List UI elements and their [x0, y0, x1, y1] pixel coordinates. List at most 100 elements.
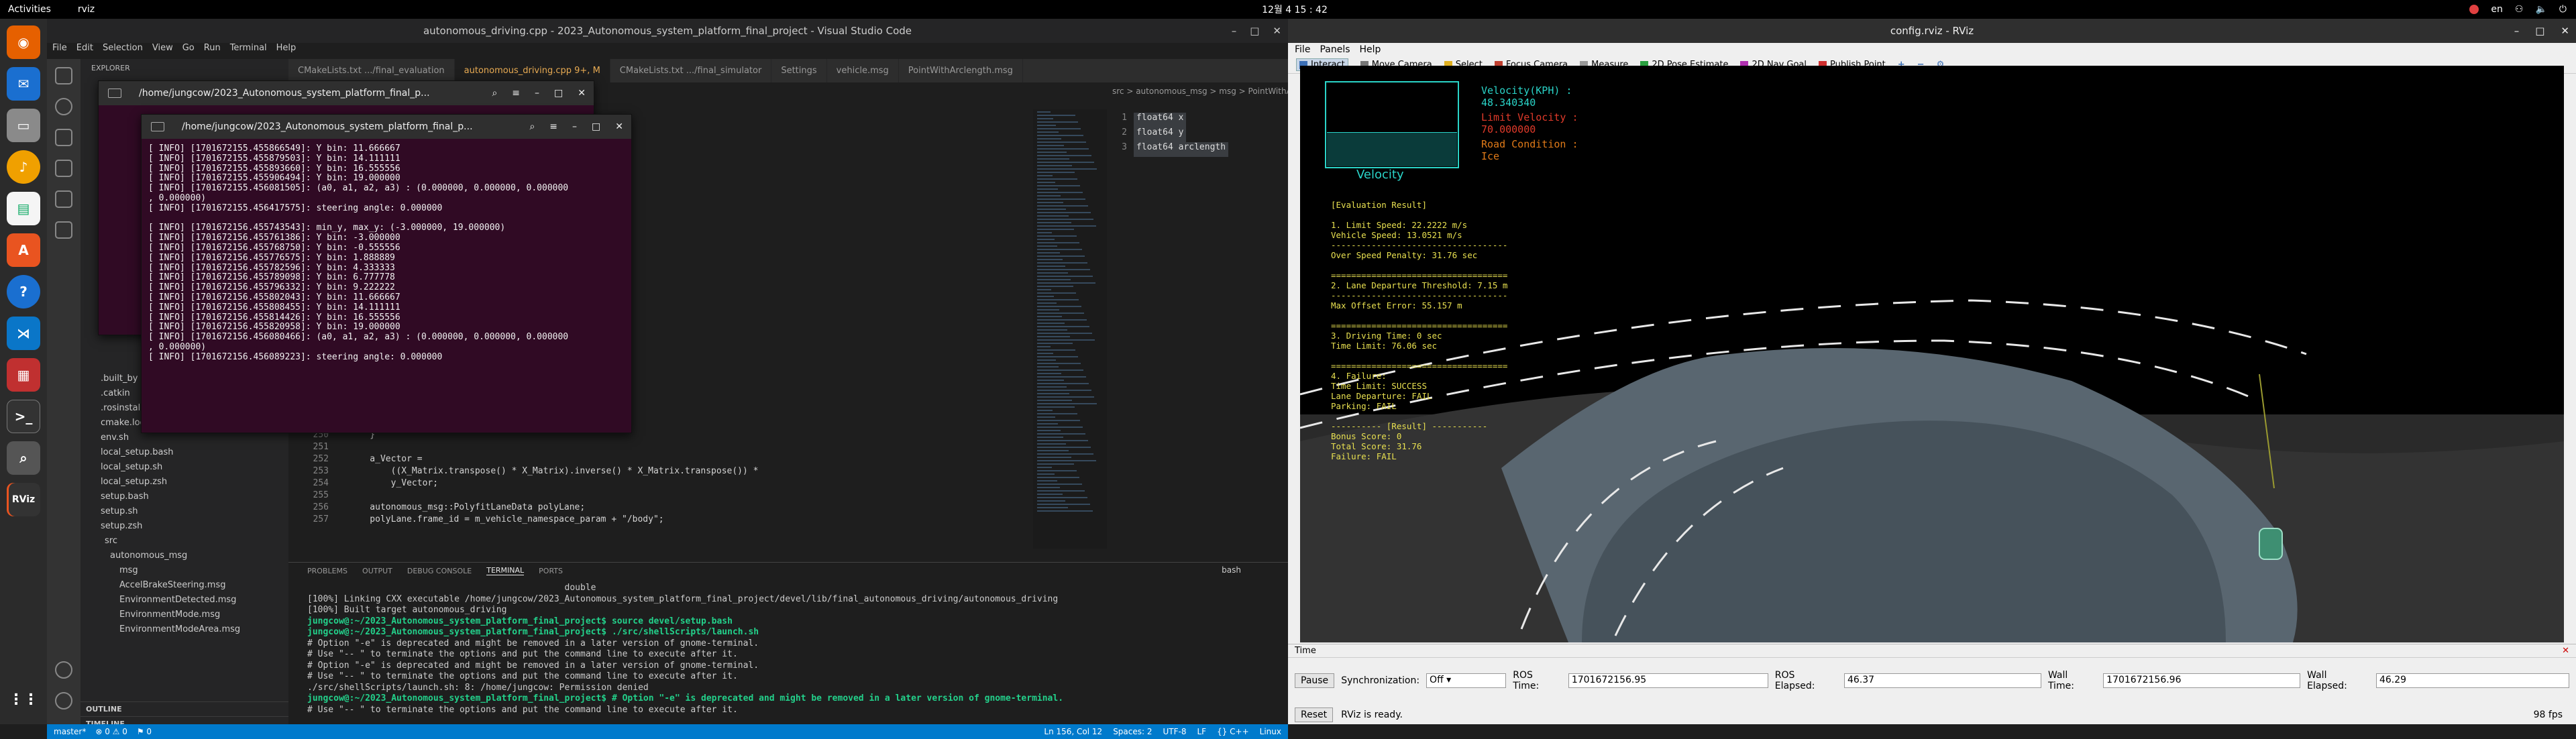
show-apps-icon[interactable]: ⋮⋮: [7, 683, 40, 716]
app-icon[interactable]: ▦: [7, 358, 40, 392]
status-item[interactable]: LF: [1197, 727, 1206, 736]
terminal-icon[interactable]: >_: [7, 400, 40, 433]
help-icon[interactable]: ?: [7, 275, 40, 308]
minimize-icon[interactable]: –: [2514, 25, 2520, 37]
menu-item-terminal[interactable]: Terminal: [230, 43, 267, 56]
outline-section[interactable]: OUTLINE: [80, 701, 288, 716]
menu-item-edit[interactable]: Edit: [76, 43, 93, 56]
panel-tab-terminal[interactable]: TERMINAL: [486, 566, 525, 575]
code-line[interactable]: 2 float64 y: [1107, 127, 1288, 142]
explorer-item[interactable]: local_setup.sh: [80, 460, 288, 475]
menu-item-run[interactable]: Run: [204, 43, 221, 56]
explorer-item[interactable]: EnvironmentModeArea.msg: [80, 622, 288, 637]
explorer-item[interactable]: autonomous_msg: [80, 549, 288, 563]
explorer-item[interactable]: setup.zsh: [80, 519, 288, 534]
settings-gear-icon[interactable]: [55, 692, 72, 709]
explorer-item[interactable]: src: [80, 534, 288, 549]
terminal-shell-label[interactable]: bash: [1222, 565, 1241, 575]
search-icon[interactable]: ⌕: [492, 88, 497, 99]
editor-tab[interactable]: autonomous_driving.cpp 9+, M: [454, 59, 610, 82]
menu-item-go[interactable]: Go: [182, 43, 195, 56]
explorer-icon[interactable]: [55, 67, 72, 84]
status-item[interactable]: ⊗ 0 ⚠ 0: [95, 727, 127, 736]
menu-icon[interactable]: ≡: [549, 121, 557, 132]
rviz-menu-panels[interactable]: Panels: [1320, 44, 1350, 55]
status-item[interactable]: Linux: [1260, 727, 1281, 736]
focused-app-menu[interactable]: rviz: [78, 4, 95, 15]
input-method-icon[interactable]: en: [2491, 4, 2503, 15]
integrated-terminal[interactable]: double [100%] Linking CXX executable /hom…: [307, 583, 1287, 716]
close-icon[interactable]: ✕: [2561, 25, 2569, 37]
maximize-icon[interactable]: □: [592, 121, 600, 132]
run-debug-icon[interactable]: [55, 160, 72, 177]
extensions-icon[interactable]: [55, 190, 72, 208]
maximize-icon[interactable]: □: [2535, 25, 2544, 37]
minimize-icon[interactable]: –: [535, 88, 539, 99]
code-line[interactable]: a_Vector =: [349, 454, 422, 464]
libreoffice-icon[interactable]: ▤: [7, 192, 40, 225]
explorer-item[interactable]: local_setup.bash: [80, 445, 288, 460]
code-line[interactable]: 1 float64 x: [1107, 113, 1288, 127]
remote-icon[interactable]: [55, 221, 72, 239]
panel-tab-ports[interactable]: PORTS: [539, 567, 563, 575]
panel-tab-output[interactable]: OUTPUT: [362, 567, 392, 575]
pause-button[interactable]: Pause: [1295, 673, 1335, 688]
panel-tab-problems[interactable]: PROBLEMS: [307, 567, 347, 575]
minimize-icon[interactable]: –: [1232, 25, 1237, 37]
editor-tab[interactable]: CMakeLists.txt .../final_simulator: [610, 59, 772, 82]
terminal-output[interactable]: [ INFO] [1701672155.455866549]: Y bin: 1…: [148, 144, 645, 363]
menu-item-help[interactable]: Help: [276, 43, 297, 56]
close-icon[interactable]: ✕: [578, 88, 586, 99]
explorer-item[interactable]: setup.bash: [80, 490, 288, 504]
explorer-item[interactable]: EnvironmentMode.msg: [80, 608, 288, 622]
minimize-icon[interactable]: –: [572, 121, 577, 132]
explorer-item[interactable]: setup.sh: [80, 504, 288, 519]
new-tab-icon[interactable]: [108, 89, 121, 98]
search-icon[interactable]: ⌕: [7, 441, 40, 475]
ros-time-field[interactable]: 1701672156.95: [1568, 673, 1768, 688]
vscode-icon[interactable]: ⋊: [7, 317, 40, 350]
secondary-editor-breadcrumb[interactable]: src > autonomous_msg > msg > PointWithAr…: [1107, 82, 1288, 103]
network-icon[interactable]: ⚇: [2515, 4, 2524, 15]
power-icon[interactable]: ⏻: [2559, 4, 2567, 15]
sync-select[interactable]: Off ▾: [1426, 673, 1507, 688]
status-item[interactable]: master*: [54, 727, 86, 736]
status-item[interactable]: Ln 156, Col 12: [1044, 727, 1102, 736]
activities-button[interactable]: Activities: [8, 4, 51, 15]
rhythmbox-icon[interactable]: ♪: [7, 150, 40, 184]
editor-tab[interactable]: Settings: [771, 59, 827, 82]
secondary-editor[interactable]: 1 float64 x 2 float64 y 3 float64 arclength: [1107, 113, 1288, 549]
explorer-item[interactable]: msg: [80, 563, 288, 578]
account-icon[interactable]: [55, 661, 72, 679]
close-panel-icon[interactable]: ✕: [2562, 646, 2569, 656]
editor-tab[interactable]: vehicle.msg: [826, 59, 899, 82]
minimap[interactable]: [1033, 109, 1107, 549]
firefox-icon[interactable]: ◉: [7, 25, 40, 59]
terminal-window-front[interactable]: /home/jungcow/2023_Autonomous_system_pla…: [141, 114, 632, 433]
code-line[interactable]: autonomous_msg::PolyfitLaneData polyLane…: [349, 502, 585, 512]
editor-tab[interactable]: PointWithArclength.msg: [898, 59, 1023, 82]
rviz-icon[interactable]: RViz: [7, 483, 40, 516]
search-icon[interactable]: ⌕: [529, 121, 535, 132]
code-line[interactable]: y_Vector;: [349, 478, 438, 488]
maximize-icon[interactable]: □: [554, 88, 563, 99]
source-control-icon[interactable]: [55, 129, 72, 146]
status-item[interactable]: {} C++: [1217, 727, 1249, 736]
explorer-item[interactable]: EnvironmentDetected.msg: [80, 593, 288, 608]
code-line[interactable]: ((X_Matrix.transpose() * X_Matrix).inver…: [349, 466, 759, 476]
menu-item-file[interactable]: File: [52, 43, 67, 56]
status-item[interactable]: ⚑ 0: [137, 727, 152, 736]
rviz-menu-help[interactable]: Help: [1360, 44, 1381, 55]
record-icon[interactable]: [2469, 5, 2479, 14]
panel-tab-debug-console[interactable]: DEBUG CONSOLE: [407, 567, 472, 575]
menu-icon[interactable]: ≡: [512, 88, 520, 99]
ros-elapsed-field[interactable]: 46.37: [1843, 673, 2041, 688]
status-item[interactable]: Spaces: 2: [1113, 727, 1152, 736]
3d-viewport[interactable]: Velocity Velocity(KPH) : 48.340340 Limit…: [1300, 66, 2564, 642]
new-tab-icon[interactable]: [151, 122, 164, 131]
rviz-menu-file[interactable]: File: [1295, 44, 1310, 55]
editor-tab[interactable]: CMakeLists.txt .../final_evaluation: [288, 59, 455, 82]
explorer-item[interactable]: local_setup.zsh: [80, 475, 288, 490]
close-icon[interactable]: ✕: [1273, 25, 1281, 37]
status-item[interactable]: UTF-8: [1163, 727, 1187, 736]
